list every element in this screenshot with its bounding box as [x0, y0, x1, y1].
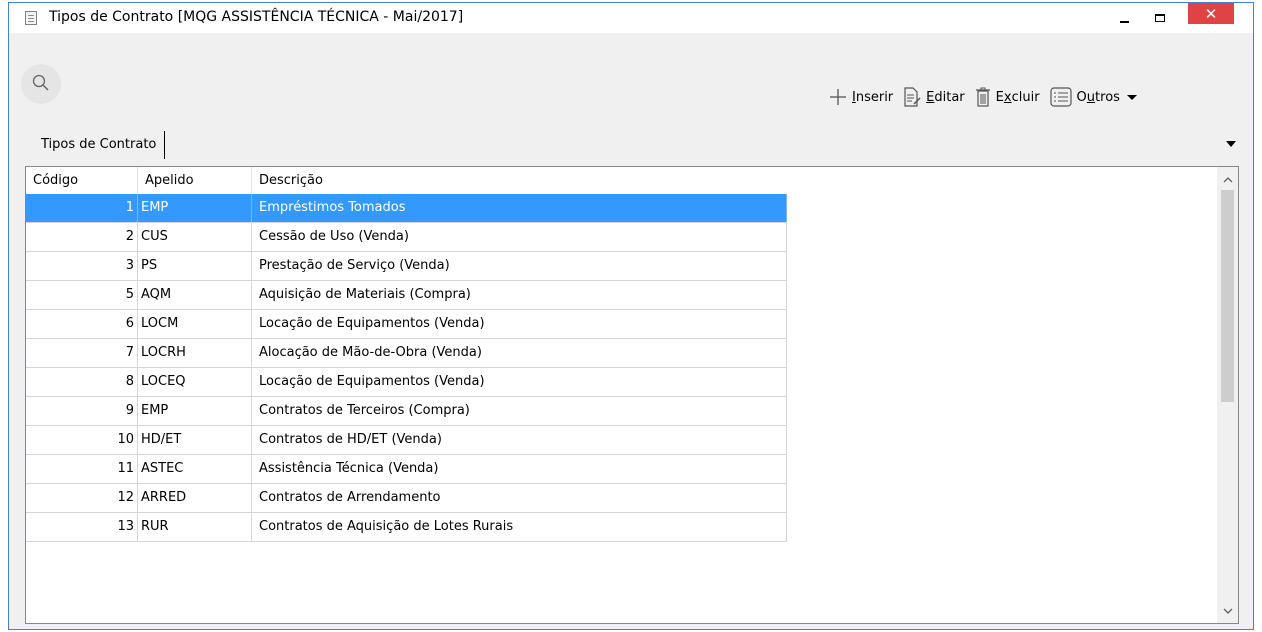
- cell-descricao: Alocação de Mão-de-Obra (Venda): [252, 339, 787, 367]
- contract-types-grid[interactable]: Código Apelido Descrição 1 EMP Empréstimos…: [25, 166, 1239, 624]
- maximize-icon: [1155, 14, 1165, 22]
- cell-codigo: 5: [26, 281, 138, 309]
- document-icon: [25, 11, 37, 25]
- edit-access-key: E: [926, 89, 935, 105]
- table-row[interactable]: 10 HD/ET Contratos de HD/ET (Venda): [26, 426, 787, 455]
- table-row[interactable]: 9 EMP Contratos de Terceiros (Compra): [26, 397, 787, 426]
- close-icon: ✕: [1204, 4, 1218, 23]
- edit-document-icon: [904, 87, 921, 107]
- cell-apelido: AQM: [138, 281, 252, 309]
- tab-dropdown-icon[interactable]: [1226, 141, 1236, 147]
- cell-codigo: 3: [26, 252, 138, 280]
- table-row[interactable]: 13 RUR Contratos de Aquisição de Lotes Rur…: [26, 513, 787, 542]
- vertical-scrollbar[interactable]: [1217, 167, 1238, 623]
- scroll-up-button[interactable]: [1217, 169, 1238, 189]
- others-label-rest: tros: [1095, 89, 1120, 105]
- cell-codigo: 1: [26, 194, 138, 222]
- title-bar[interactable]: Tipos de Contrato [MQG ASSISTÊNCIA TÉCNI…: [9, 3, 1253, 33]
- cell-apelido: RUR: [138, 513, 252, 541]
- table-row[interactable]: 1 EMP Empréstimos Tomados: [26, 194, 787, 223]
- column-header-apelido[interactable]: Apelido: [138, 167, 252, 194]
- window-title: Tipos de Contrato [MQG ASSISTÊNCIA TÉCNI…: [49, 9, 464, 25]
- cell-descricao: Contratos de Terceiros (Compra): [252, 397, 787, 425]
- others-label-pre: O: [1076, 89, 1087, 105]
- cell-codigo: 7: [26, 339, 138, 367]
- table-row[interactable]: 6 LOCM Locação de Equipamentos (Venda): [26, 310, 787, 339]
- others-access-key: u: [1086, 89, 1096, 105]
- cell-descricao: Locação de Equipamentos (Venda): [252, 368, 787, 396]
- minimize-icon: [1119, 21, 1129, 23]
- cell-apelido: EMP: [138, 194, 252, 222]
- maximize-button[interactable]: [1143, 3, 1177, 33]
- edit-label: ditar: [934, 89, 965, 105]
- cell-apelido: CUS: [138, 223, 252, 251]
- tab-tipos-de-contrato[interactable]: Tipos de Contrato: [33, 131, 166, 159]
- cell-codigo: 13: [26, 513, 138, 541]
- search-icon: [32, 74, 49, 91]
- delete-button[interactable]: Ex cluir: [975, 87, 1040, 107]
- cell-descricao: Contratos de Arrendamento: [252, 484, 787, 512]
- cell-descricao: Contratos de HD/ET (Venda): [252, 426, 787, 454]
- others-button[interactable]: Ou tros: [1049, 87, 1138, 107]
- cell-codigo: 9: [26, 397, 138, 425]
- cell-codigo: 12: [26, 484, 138, 512]
- cell-descricao: Cessão de Uso (Venda): [252, 223, 787, 251]
- cell-apelido: LOCRH: [138, 339, 252, 367]
- table-row[interactable]: 2 CUS Cessão de Uso (Venda): [26, 223, 787, 252]
- scrollbar-thumb[interactable]: [1221, 190, 1234, 402]
- table-row[interactable]: 11 ASTEC Assistência Técnica (Venda): [26, 455, 787, 484]
- delete-label-pre: E: [995, 89, 1004, 105]
- column-header-codigo[interactable]: Código: [26, 167, 138, 194]
- dropdown-arrow-icon: [1126, 95, 1137, 100]
- cell-apelido: ARRED: [138, 484, 252, 512]
- cell-apelido: ASTEC: [138, 455, 252, 483]
- cell-codigo: 6: [26, 310, 138, 338]
- minimize-button[interactable]: [1107, 3, 1141, 33]
- cell-apelido: PS: [138, 252, 252, 280]
- cell-codigo: 2: [26, 223, 138, 251]
- grid-header: Código Apelido Descrição: [26, 167, 787, 194]
- trash-icon: [975, 87, 990, 107]
- table-row[interactable]: 8 LOCEQ Locação de Equipamentos (Venda): [26, 368, 787, 397]
- chevron-up-icon: [1223, 176, 1232, 182]
- insert-button[interactable]: Inserir: [829, 88, 893, 106]
- cell-codigo: 8: [26, 368, 138, 396]
- table-row[interactable]: 5 AQM Aquisição de Materiais (Compra): [26, 281, 787, 310]
- cell-apelido: LOCEQ: [138, 368, 252, 396]
- cell-descricao: Contratos de Aquisição de Lotes Rurais: [252, 513, 787, 541]
- delete-access-key: x: [1003, 89, 1012, 105]
- cell-apelido: LOCM: [138, 310, 252, 338]
- cell-descricao: Locação de Equipamentos (Venda): [252, 310, 787, 338]
- cell-descricao: Empréstimos Tomados: [252, 194, 787, 222]
- column-header-descricao[interactable]: Descrição: [252, 167, 787, 194]
- table-row[interactable]: 3 PS Prestação de Serviço (Venda): [26, 252, 787, 281]
- edit-button[interactable]: Editar: [903, 87, 965, 107]
- cell-descricao: Assistência Técnica (Venda): [252, 455, 787, 483]
- plus-icon: [830, 89, 846, 105]
- search-button[interactable]: [21, 64, 61, 104]
- toolbar: Inserir Editar Ex cluir O u tros: [829, 85, 1148, 109]
- cell-codigo: 10: [26, 426, 138, 454]
- tab-bar: Tipos de Contrato: [33, 131, 166, 159]
- list-icon: [1049, 87, 1072, 107]
- table-row[interactable]: 7 LOCRH Alocação de Mão-de-Obra (Venda): [26, 339, 787, 368]
- grid-rows: 1 EMP Empréstimos Tomados 2 CUS Cessão de Uso…: [26, 194, 787, 542]
- table-row[interactable]: 12 ARRED Contratos de Arrendamento: [26, 484, 787, 513]
- cell-apelido: EMP: [138, 397, 252, 425]
- close-button[interactable]: ✕: [1188, 3, 1234, 24]
- insert-label: nserir: [855, 89, 894, 105]
- cell-codigo: 11: [26, 455, 138, 483]
- cell-apelido: HD/ET: [138, 426, 252, 454]
- delete-label-rest: cluir: [1011, 89, 1040, 105]
- cell-descricao: Aquisição de Materiais (Compra): [252, 281, 787, 309]
- cell-descricao: Prestação de Serviço (Venda): [252, 252, 787, 280]
- chevron-down-icon: [1223, 608, 1232, 614]
- scroll-down-button[interactable]: [1217, 601, 1238, 621]
- app-window: Tipos de Contrato [MQG ASSISTÊNCIA TÉCNI…: [8, 2, 1254, 630]
